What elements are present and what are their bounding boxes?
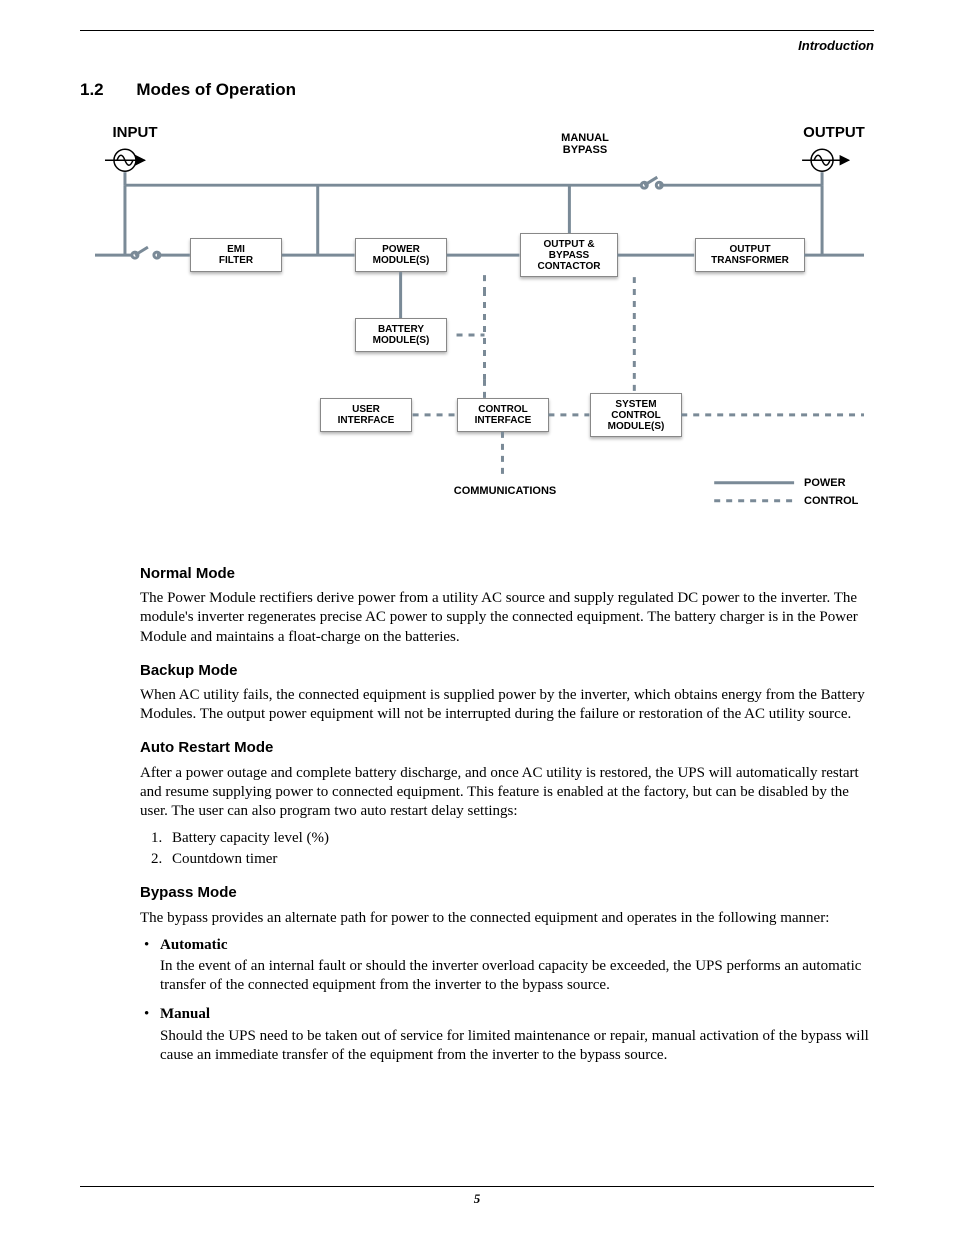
bypass-mode-heading: Bypass Mode <box>140 883 874 902</box>
bypass-mode-lead: The bypass provides an alternate path fo… <box>140 909 874 928</box>
diagram-svg <box>95 120 874 540</box>
section-heading: 1.2 Modes of Operation <box>80 80 874 100</box>
bypass-list: Automatic In the event of an internal fa… <box>140 936 874 1065</box>
bypass-automatic-body: In the event of an internal fault or sho… <box>160 958 861 993</box>
auto-restart-heading: Auto Restart Mode <box>140 738 874 757</box>
bypass-manual-body: Should the UPS need to be taken out of s… <box>160 1028 869 1063</box>
auto-restart-body: After a power outage and complete batter… <box>140 764 874 822</box>
auto-restart-list: Battery capacity level (%) Countdown tim… <box>140 829 874 869</box>
page-number: 5 <box>0 1191 954 1207</box>
bottom-rule <box>80 1186 874 1187</box>
top-rule <box>80 30 874 31</box>
auto-item-1: Battery capacity level (%) <box>166 829 874 848</box>
bypass-automatic-label: Automatic <box>160 936 874 955</box>
section-number: 1.2 <box>80 80 104 100</box>
section-title: Modes of Operation <box>136 80 296 99</box>
modes-diagram: INPUT OUTPUT MANUAL BYPASS EMI FILTER PO… <box>95 120 874 540</box>
bypass-manual-label: Manual <box>160 1005 874 1024</box>
normal-mode-heading: Normal Mode <box>140 564 874 583</box>
breadcrumb: Introduction <box>798 38 874 53</box>
bypass-manual: Manual Should the UPS need to be taken o… <box>160 1005 874 1065</box>
backup-mode-heading: Backup Mode <box>140 661 874 680</box>
normal-mode-body: The Power Module rectifiers derive power… <box>140 589 874 647</box>
auto-item-2: Countdown timer <box>166 850 874 869</box>
backup-mode-body: When AC utility fails, the connected equ… <box>140 686 874 724</box>
bypass-automatic: Automatic In the event of an internal fa… <box>160 936 874 996</box>
